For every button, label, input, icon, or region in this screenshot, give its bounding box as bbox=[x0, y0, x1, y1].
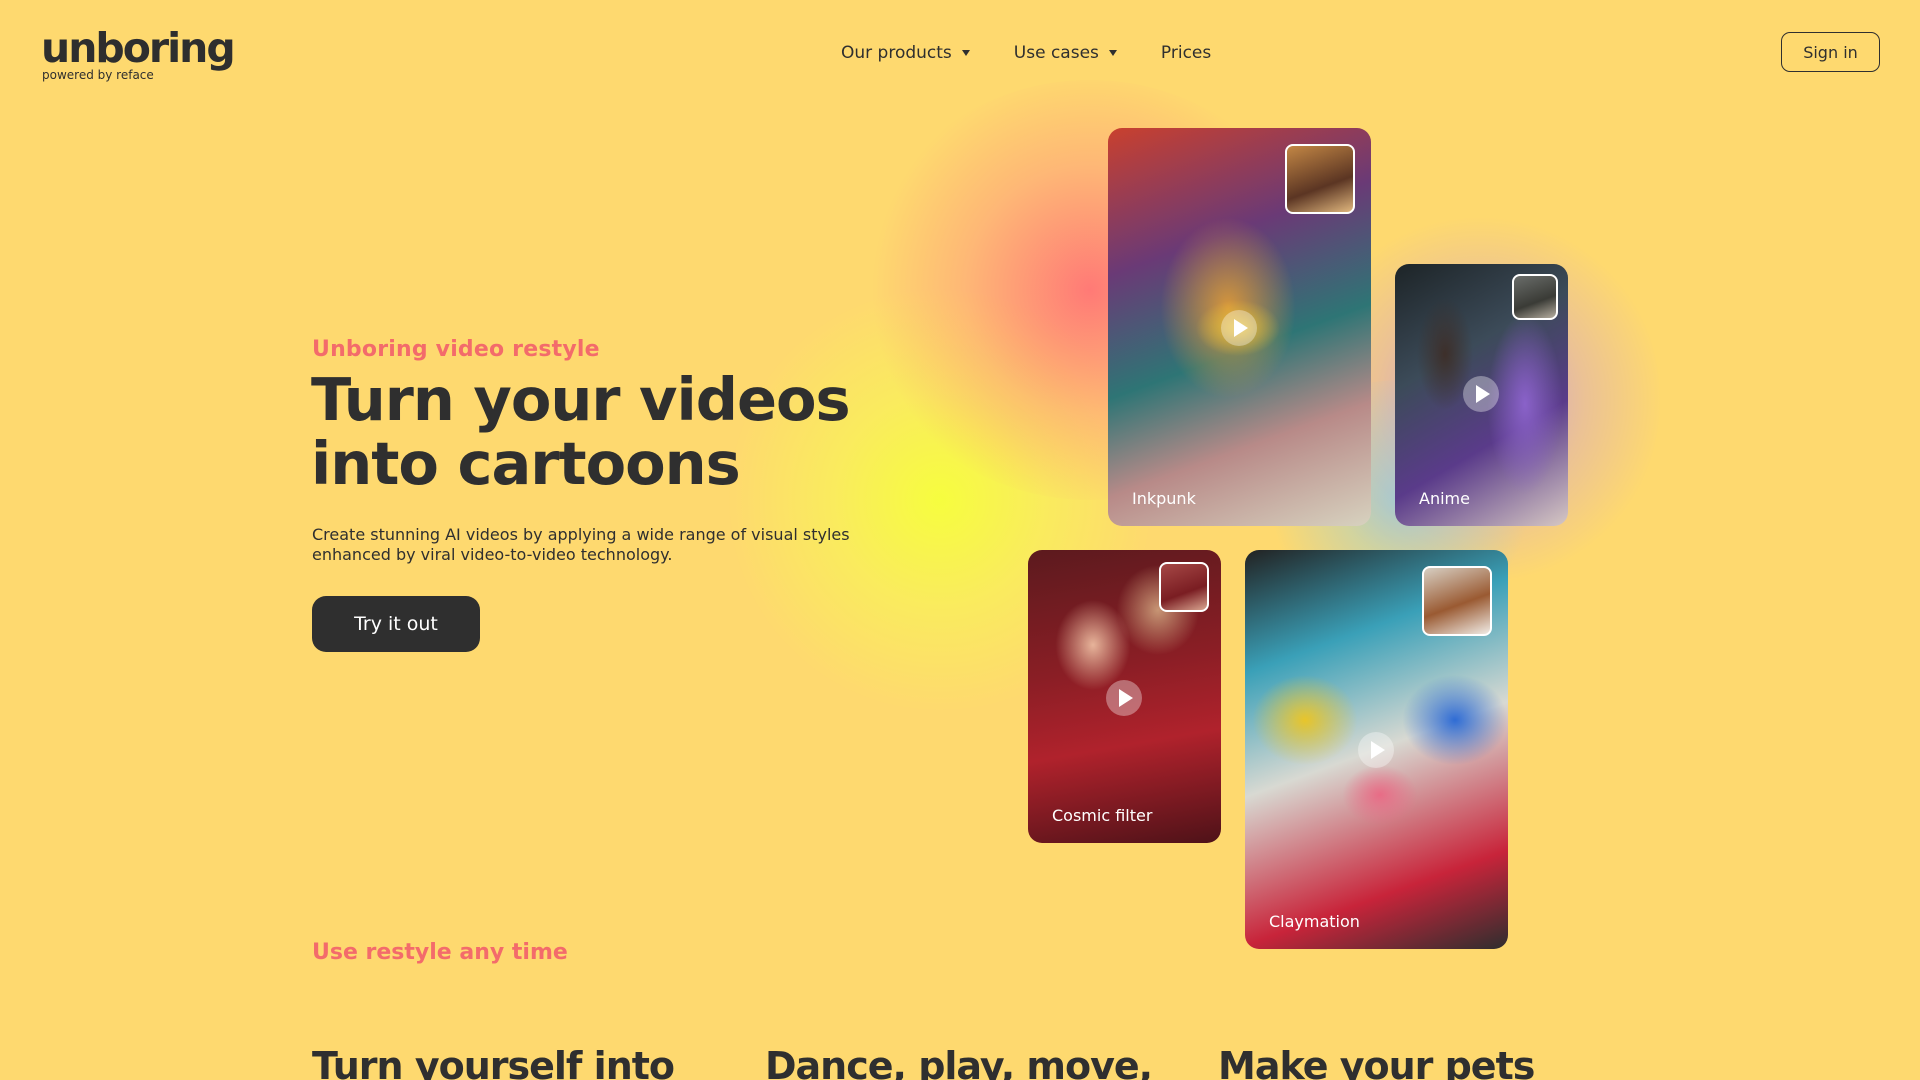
style-card-claymation[interactable]: Claymation bbox=[1245, 550, 1508, 949]
style-card-label: Cosmic filter bbox=[1052, 806, 1153, 825]
style-card-label: Inkpunk bbox=[1132, 489, 1196, 508]
style-card-anime[interactable]: Anime bbox=[1395, 264, 1568, 526]
use-cases-eyebrow: Use restyle any time bbox=[312, 940, 568, 965]
source-thumbnail bbox=[1159, 562, 1209, 612]
try-it-out-button[interactable]: Try it out bbox=[312, 596, 480, 652]
play-icon[interactable] bbox=[1221, 310, 1257, 346]
sign-in-button[interactable]: Sign in bbox=[1781, 32, 1880, 72]
nav-use-cases[interactable]: Use cases bbox=[1014, 43, 1117, 63]
hero-headline: Turn your videos into cartoons bbox=[311, 368, 931, 496]
chevron-down-icon bbox=[961, 50, 970, 56]
nav-use-cases-label: Use cases bbox=[1013, 43, 1099, 63]
nav-prices-label: Prices bbox=[1160, 43, 1212, 63]
hero-headline-line2: into cartoons bbox=[311, 429, 741, 498]
play-icon[interactable] bbox=[1358, 732, 1394, 768]
source-thumbnail bbox=[1285, 144, 1355, 214]
hero-eyebrow: Unboring video restyle bbox=[312, 337, 600, 362]
style-card-inkpunk[interactable]: Inkpunk bbox=[1108, 128, 1371, 526]
hero-headline-line1: Turn your videos bbox=[311, 365, 851, 434]
chevron-down-icon bbox=[1108, 50, 1117, 56]
hero-description: Create stunning AI videos by applying a … bbox=[312, 525, 850, 564]
style-card-cosmic-filter[interactable]: Cosmic filter bbox=[1028, 550, 1221, 843]
nav-prices[interactable]: Prices bbox=[1161, 43, 1211, 63]
logo[interactable]: unboring powered by reface bbox=[41, 24, 236, 83]
use-case-title: Make your pets bbox=[1218, 1044, 1535, 1080]
source-thumbnail bbox=[1512, 274, 1558, 320]
play-icon[interactable] bbox=[1463, 376, 1499, 412]
main-nav: Our products Use cases Prices bbox=[841, 43, 1211, 63]
logo-wordmark: unboring bbox=[41, 24, 236, 72]
style-card-label: Anime bbox=[1419, 489, 1470, 508]
source-thumbnail bbox=[1422, 566, 1492, 636]
use-case-title: Turn yourself into bbox=[312, 1044, 675, 1080]
nav-our-products-label: Our products bbox=[841, 43, 952, 63]
play-icon[interactable] bbox=[1106, 680, 1142, 716]
use-case-title: Dance, play, move, bbox=[765, 1044, 1153, 1080]
style-card-label: Claymation bbox=[1269, 912, 1360, 931]
nav-our-products[interactable]: Our products bbox=[841, 43, 970, 63]
